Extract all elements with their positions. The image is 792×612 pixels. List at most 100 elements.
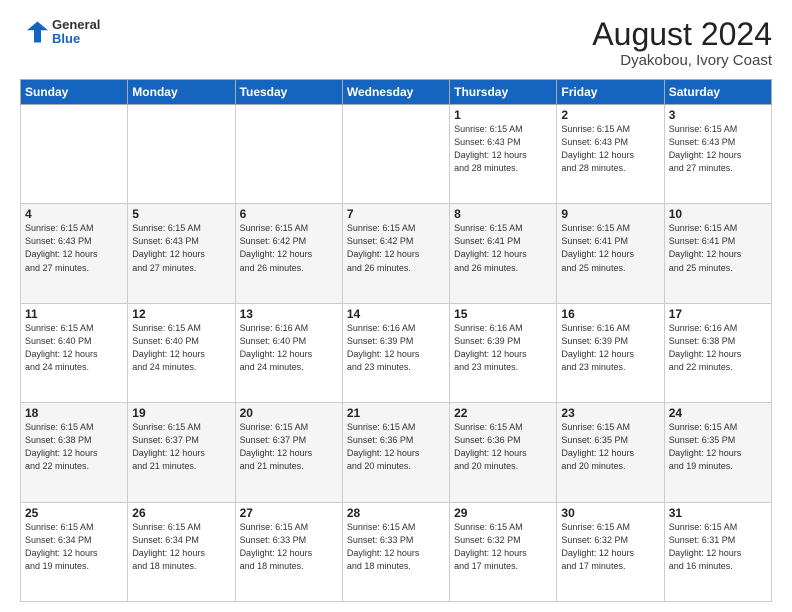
- day-info: Sunrise: 6:15 AM Sunset: 6:41 PM Dayligh…: [454, 222, 552, 274]
- table-row: 13Sunrise: 6:16 AM Sunset: 6:40 PM Dayli…: [235, 303, 342, 402]
- table-row: 25Sunrise: 6:15 AM Sunset: 6:34 PM Dayli…: [21, 502, 128, 601]
- col-monday: Monday: [128, 80, 235, 105]
- table-row: 6Sunrise: 6:15 AM Sunset: 6:42 PM Daylig…: [235, 204, 342, 303]
- day-number: 26: [132, 506, 230, 520]
- day-number: 18: [25, 406, 123, 420]
- day-info: Sunrise: 6:15 AM Sunset: 6:42 PM Dayligh…: [347, 222, 445, 274]
- table-row: 26Sunrise: 6:15 AM Sunset: 6:34 PM Dayli…: [128, 502, 235, 601]
- calendar-week-row: 11Sunrise: 6:15 AM Sunset: 6:40 PM Dayli…: [21, 303, 772, 402]
- logo-text: General Blue: [52, 18, 100, 47]
- day-number: 16: [561, 307, 659, 321]
- calendar-week-row: 25Sunrise: 6:15 AM Sunset: 6:34 PM Dayli…: [21, 502, 772, 601]
- col-tuesday: Tuesday: [235, 80, 342, 105]
- table-row: [342, 105, 449, 204]
- title-block: August 2024 Dyakobou, Ivory Coast: [592, 18, 772, 69]
- table-row: 4Sunrise: 6:15 AM Sunset: 6:43 PM Daylig…: [21, 204, 128, 303]
- day-number: 31: [669, 506, 767, 520]
- table-row: 19Sunrise: 6:15 AM Sunset: 6:37 PM Dayli…: [128, 403, 235, 502]
- table-row: 8Sunrise: 6:15 AM Sunset: 6:41 PM Daylig…: [450, 204, 557, 303]
- col-saturday: Saturday: [664, 80, 771, 105]
- col-wednesday: Wednesday: [342, 80, 449, 105]
- day-info: Sunrise: 6:16 AM Sunset: 6:39 PM Dayligh…: [454, 322, 552, 374]
- table-row: 31Sunrise: 6:15 AM Sunset: 6:31 PM Dayli…: [664, 502, 771, 601]
- table-row: 16Sunrise: 6:16 AM Sunset: 6:39 PM Dayli…: [557, 303, 664, 402]
- day-number: 24: [669, 406, 767, 420]
- day-number: 10: [669, 207, 767, 221]
- table-row: 5Sunrise: 6:15 AM Sunset: 6:43 PM Daylig…: [128, 204, 235, 303]
- day-info: Sunrise: 6:15 AM Sunset: 6:43 PM Dayligh…: [25, 222, 123, 274]
- table-row: 3Sunrise: 6:15 AM Sunset: 6:43 PM Daylig…: [664, 105, 771, 204]
- day-number: 13: [240, 307, 338, 321]
- day-info: Sunrise: 6:15 AM Sunset: 6:37 PM Dayligh…: [132, 421, 230, 473]
- table-row: 17Sunrise: 6:16 AM Sunset: 6:38 PM Dayli…: [664, 303, 771, 402]
- logo-icon: [20, 18, 48, 46]
- table-row: 2Sunrise: 6:15 AM Sunset: 6:43 PM Daylig…: [557, 105, 664, 204]
- table-row: 20Sunrise: 6:15 AM Sunset: 6:37 PM Dayli…: [235, 403, 342, 502]
- table-row: [235, 105, 342, 204]
- day-number: 20: [240, 406, 338, 420]
- day-number: 19: [132, 406, 230, 420]
- day-info: Sunrise: 6:16 AM Sunset: 6:39 PM Dayligh…: [561, 322, 659, 374]
- logo: General Blue: [20, 18, 100, 47]
- day-info: Sunrise: 6:15 AM Sunset: 6:35 PM Dayligh…: [669, 421, 767, 473]
- day-info: Sunrise: 6:15 AM Sunset: 6:32 PM Dayligh…: [454, 521, 552, 573]
- table-row: 18Sunrise: 6:15 AM Sunset: 6:38 PM Dayli…: [21, 403, 128, 502]
- month-year: August 2024: [592, 18, 772, 50]
- day-info: Sunrise: 6:15 AM Sunset: 6:37 PM Dayligh…: [240, 421, 338, 473]
- table-row: 14Sunrise: 6:16 AM Sunset: 6:39 PM Dayli…: [342, 303, 449, 402]
- table-row: 1Sunrise: 6:15 AM Sunset: 6:43 PM Daylig…: [450, 105, 557, 204]
- day-info: Sunrise: 6:15 AM Sunset: 6:31 PM Dayligh…: [669, 521, 767, 573]
- table-row: [21, 105, 128, 204]
- col-friday: Friday: [557, 80, 664, 105]
- day-number: 23: [561, 406, 659, 420]
- col-sunday: Sunday: [21, 80, 128, 105]
- day-info: Sunrise: 6:15 AM Sunset: 6:42 PM Dayligh…: [240, 222, 338, 274]
- day-info: Sunrise: 6:15 AM Sunset: 6:43 PM Dayligh…: [454, 123, 552, 175]
- day-info: Sunrise: 6:15 AM Sunset: 6:41 PM Dayligh…: [561, 222, 659, 274]
- day-number: 28: [347, 506, 445, 520]
- day-info: Sunrise: 6:15 AM Sunset: 6:35 PM Dayligh…: [561, 421, 659, 473]
- table-row: 11Sunrise: 6:15 AM Sunset: 6:40 PM Dayli…: [21, 303, 128, 402]
- col-thursday: Thursday: [450, 80, 557, 105]
- table-row: 15Sunrise: 6:16 AM Sunset: 6:39 PM Dayli…: [450, 303, 557, 402]
- day-info: Sunrise: 6:15 AM Sunset: 6:43 PM Dayligh…: [669, 123, 767, 175]
- table-row: 24Sunrise: 6:15 AM Sunset: 6:35 PM Dayli…: [664, 403, 771, 502]
- page: General Blue August 2024 Dyakobou, Ivory…: [0, 0, 792, 612]
- day-info: Sunrise: 6:15 AM Sunset: 6:33 PM Dayligh…: [240, 521, 338, 573]
- day-info: Sunrise: 6:15 AM Sunset: 6:43 PM Dayligh…: [561, 123, 659, 175]
- calendar-header-row: Sunday Monday Tuesday Wednesday Thursday…: [21, 80, 772, 105]
- location: Dyakobou, Ivory Coast: [592, 52, 772, 69]
- day-number: 12: [132, 307, 230, 321]
- day-number: 3: [669, 108, 767, 122]
- day-info: Sunrise: 6:16 AM Sunset: 6:40 PM Dayligh…: [240, 322, 338, 374]
- day-number: 30: [561, 506, 659, 520]
- calendar: Sunday Monday Tuesday Wednesday Thursday…: [20, 79, 772, 602]
- day-info: Sunrise: 6:15 AM Sunset: 6:33 PM Dayligh…: [347, 521, 445, 573]
- day-number: 14: [347, 307, 445, 321]
- day-info: Sunrise: 6:16 AM Sunset: 6:38 PM Dayligh…: [669, 322, 767, 374]
- day-info: Sunrise: 6:15 AM Sunset: 6:40 PM Dayligh…: [132, 322, 230, 374]
- day-info: Sunrise: 6:15 AM Sunset: 6:38 PM Dayligh…: [25, 421, 123, 473]
- calendar-week-row: 4Sunrise: 6:15 AM Sunset: 6:43 PM Daylig…: [21, 204, 772, 303]
- table-row: [128, 105, 235, 204]
- day-number: 4: [25, 207, 123, 221]
- day-info: Sunrise: 6:15 AM Sunset: 6:32 PM Dayligh…: [561, 521, 659, 573]
- day-number: 5: [132, 207, 230, 221]
- table-row: 12Sunrise: 6:15 AM Sunset: 6:40 PM Dayli…: [128, 303, 235, 402]
- day-number: 9: [561, 207, 659, 221]
- calendar-week-row: 1Sunrise: 6:15 AM Sunset: 6:43 PM Daylig…: [21, 105, 772, 204]
- day-number: 17: [669, 307, 767, 321]
- day-info: Sunrise: 6:15 AM Sunset: 6:40 PM Dayligh…: [25, 322, 123, 374]
- day-info: Sunrise: 6:15 AM Sunset: 6:36 PM Dayligh…: [454, 421, 552, 473]
- day-number: 27: [240, 506, 338, 520]
- day-info: Sunrise: 6:16 AM Sunset: 6:39 PM Dayligh…: [347, 322, 445, 374]
- day-info: Sunrise: 6:15 AM Sunset: 6:43 PM Dayligh…: [132, 222, 230, 274]
- day-number: 8: [454, 207, 552, 221]
- table-row: 10Sunrise: 6:15 AM Sunset: 6:41 PM Dayli…: [664, 204, 771, 303]
- day-info: Sunrise: 6:15 AM Sunset: 6:36 PM Dayligh…: [347, 421, 445, 473]
- day-number: 7: [347, 207, 445, 221]
- table-row: 30Sunrise: 6:15 AM Sunset: 6:32 PM Dayli…: [557, 502, 664, 601]
- day-number: 2: [561, 108, 659, 122]
- table-row: 9Sunrise: 6:15 AM Sunset: 6:41 PM Daylig…: [557, 204, 664, 303]
- day-info: Sunrise: 6:15 AM Sunset: 6:34 PM Dayligh…: [25, 521, 123, 573]
